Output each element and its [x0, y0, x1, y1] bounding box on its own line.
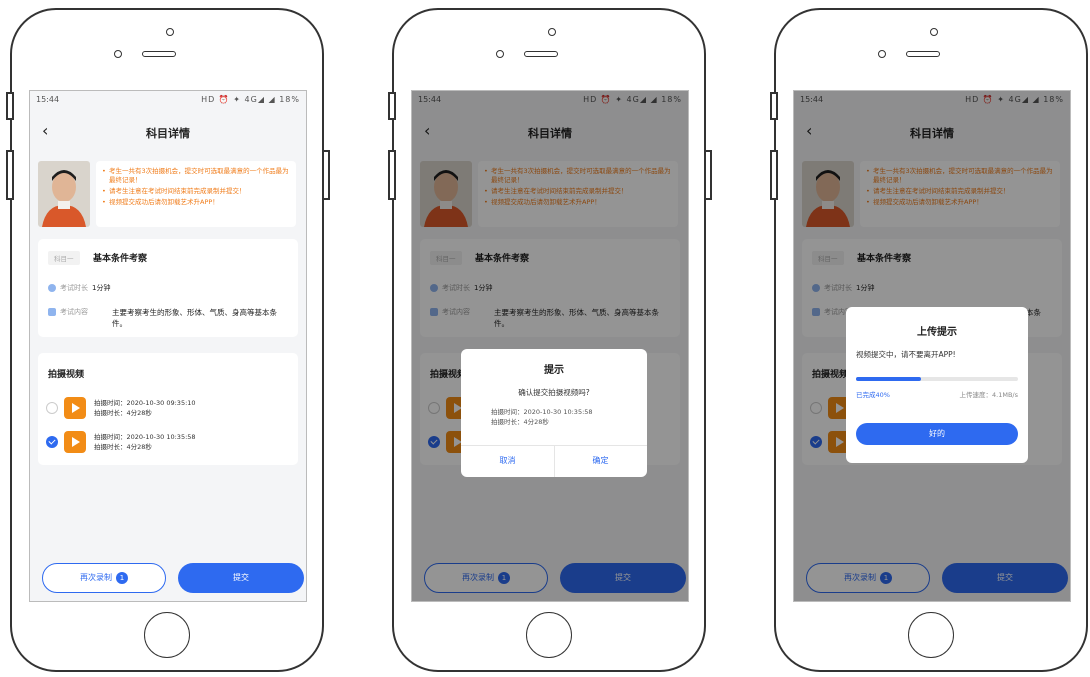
- submit-button[interactable]: 提交: [178, 563, 304, 593]
- side-button: [770, 150, 778, 200]
- cancel-button[interactable]: 取消: [461, 455, 554, 466]
- content-row: 考试内容: [48, 307, 88, 317]
- notice-item: 请考生注意在考试时间结束前完成录制并提交！: [102, 187, 290, 196]
- dialog-message: 确认提交拍摄视频吗?: [518, 388, 590, 397]
- candidate-photo: [38, 161, 90, 227]
- play-icon[interactable]: [64, 431, 86, 453]
- video-heading: 拍摄视频: [48, 370, 85, 380]
- candidate-info: 考生一共有3次拍摄机会，提交时可选取最满意的一个作品最为最终记录！ 请考生注意在…: [38, 161, 298, 231]
- side-button: [388, 150, 396, 200]
- earpiece-speaker: [142, 51, 176, 57]
- exam-notice: 考生一共有3次拍摄机会，提交时可选取最满意的一个作品最为最终记录！ 请考生注意在…: [96, 161, 296, 227]
- clock-icon: [48, 284, 56, 292]
- home-button[interactable]: [144, 612, 190, 658]
- video-time: 拍摄时间：2020-10-30 09:35:10: [94, 399, 196, 407]
- status-icons: HD ⏰ ✦ 4G◢ ◢ 18%: [201, 95, 300, 104]
- camera-lens: [114, 50, 122, 58]
- notice-item: 视频提交成功后请勿卸载艺术升APP！: [102, 198, 290, 207]
- side-button: [6, 92, 14, 120]
- subject-name: 基本条件考察: [93, 254, 148, 264]
- dialog-video-length: 拍摄时长：4分28秒: [491, 418, 549, 426]
- phone-frame-2: 15:44 HD ⏰ ✦ 4G◢ ◢ 18% ‹ 科目详情 考生一共有3次拍摄机…: [392, 8, 706, 672]
- app-screen: 15:44 HD ⏰ ✦ 4G◢ ◢ 18% ‹ 科目详情 考生一共有3次拍摄机…: [29, 90, 307, 602]
- front-camera: [548, 28, 556, 36]
- status-time: 15:44: [36, 95, 60, 104]
- dialog-video-time: 拍摄时间：2020-10-30 10:35:58: [491, 408, 593, 416]
- subject-tag: 科目一: [48, 251, 80, 265]
- phone-frame-1: 15:44 HD ⏰ ✦ 4G◢ ◢ 18% ‹ 科目详情 考生一共有3次拍摄机…: [10, 8, 324, 672]
- home-button[interactable]: [526, 612, 572, 658]
- upload-message: 视频提交中，请不要离开APP!: [856, 350, 956, 359]
- upload-progress-bar: [856, 377, 1018, 381]
- rerecord-count-badge: 1: [116, 571, 128, 584]
- video-item[interactable]: 拍摄时间：2020-10-30 09:35:10 拍摄时长：4分28秒: [46, 397, 286, 421]
- video-time: 拍摄时间：2020-10-30 10:35:58: [94, 433, 196, 441]
- upload-progress-fill: [856, 377, 921, 381]
- duration-value: 1分钟: [92, 284, 111, 292]
- side-button: [6, 150, 14, 200]
- radio-unchecked-icon[interactable]: [46, 402, 58, 414]
- camera-lens: [878, 50, 886, 58]
- ok-button[interactable]: 好的: [856, 423, 1018, 445]
- front-camera: [930, 28, 938, 36]
- video-length: 拍摄时长：4分28秒: [94, 443, 152, 451]
- front-camera: [166, 28, 174, 36]
- video-item[interactable]: 拍摄时间：2020-10-30 10:35:58 拍摄时长：4分28秒: [46, 431, 286, 455]
- confirm-dialog: 提示 确认提交拍摄视频吗? 拍摄时间：2020-10-30 10:35:58 拍摄…: [461, 349, 647, 477]
- side-button: [388, 92, 396, 120]
- document-icon: [48, 308, 56, 316]
- upload-dialog: 上传提示 视频提交中，请不要离开APP! 已完成40% 上传速度：4.1MB/s…: [846, 307, 1028, 463]
- status-bar: 15:44 HD ⏰ ✦ 4G◢ ◢ 18%: [30, 91, 306, 109]
- side-button: [704, 150, 712, 200]
- app-screen: 15:44 HD ⏰ ✦ 4G◢ ◢ 18% ‹ 科目详情 考生一共有3次拍摄机…: [411, 90, 689, 602]
- duration-row: 考试时长 1分钟: [48, 283, 110, 293]
- earpiece-speaker: [906, 51, 940, 57]
- page-title: 科目详情: [146, 127, 190, 140]
- video-meta: 拍摄时间：2020-10-30 09:35:10 拍摄时长：4分28秒: [94, 398, 196, 418]
- notice-item: 考生一共有3次拍摄机会，提交时可选取最满意的一个作品最为最终记录！: [102, 167, 290, 185]
- nav-bar: ‹ 科目详情: [30, 113, 306, 153]
- rerecord-button[interactable]: 再次录制 1: [42, 563, 166, 593]
- side-button: [770, 92, 778, 120]
- duration-label: 考试时长: [60, 284, 88, 292]
- content-label: 考试内容: [60, 308, 88, 316]
- video-meta: 拍摄时间：2020-10-30 10:35:58 拍摄时长：4分28秒: [94, 432, 196, 452]
- content-value: 主要考察考生的形象、形体、气质、身高等基本条件。: [112, 308, 277, 328]
- video-length: 拍摄时长：4分28秒: [94, 409, 152, 417]
- phone-frame-3: 15:44 HD ⏰ ✦ 4G◢ ◢ 18% ‹ 科目详情 考生一共有3次拍摄机…: [774, 8, 1088, 672]
- dialog-title: 上传提示: [917, 327, 957, 338]
- play-icon[interactable]: [64, 397, 86, 419]
- earpiece-speaker: [524, 51, 558, 57]
- radio-checked-icon[interactable]: [46, 436, 58, 448]
- subject-card: 科目一 基本条件考察 考试时长 1分钟 考试内容 主要考察考生的形象、形体、气质、…: [38, 239, 298, 337]
- upload-speed: 上传速度：4.1MB/s: [959, 391, 1018, 399]
- modal-overlay: [412, 91, 688, 601]
- app-screen: 15:44 HD ⏰ ✦ 4G◢ ◢ 18% ‹ 科目详情 考生一共有3次拍摄机…: [793, 90, 1071, 602]
- video-card: 拍摄视频 拍摄时间：2020-10-30 09:35:10拍摄时长：4分28秒 …: [38, 353, 298, 465]
- rerecord-label: 再次录制: [80, 573, 112, 582]
- camera-lens: [496, 50, 504, 58]
- home-button[interactable]: [908, 612, 954, 658]
- confirm-button[interactable]: 确定: [554, 455, 647, 466]
- side-button: [322, 150, 330, 200]
- dialog-title: 提示: [544, 365, 564, 376]
- progress-label: 已完成40%: [856, 391, 890, 399]
- dialog-video-meta: 拍摄时间：2020-10-30 10:35:58 拍摄时长：4分28秒: [491, 407, 593, 427]
